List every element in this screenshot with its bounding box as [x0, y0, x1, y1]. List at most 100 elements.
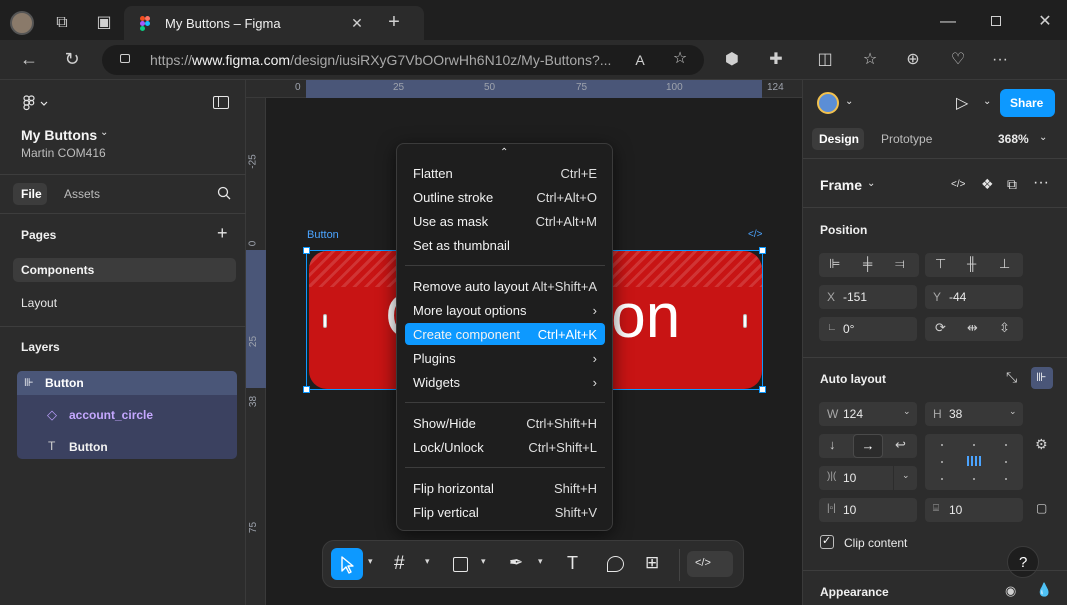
page-item-components[interactable]: Components [13, 258, 236, 282]
comment-tool-icon[interactable] [607, 556, 624, 572]
tab-design[interactable]: Design [812, 128, 864, 150]
add-page-icon[interactable]: + [217, 223, 228, 244]
x-position-field[interactable]: X -151 [819, 285, 917, 309]
resize-handle[interactable] [759, 386, 766, 393]
present-play-icon[interactable]: ▷ [956, 93, 968, 113]
browser-essentials-icon[interactable]: ♡ [948, 50, 968, 70]
create-component-icon[interactable]: ❖ [981, 176, 994, 193]
search-icon[interactable] [217, 186, 231, 200]
visibility-eye-icon[interactable]: ◉ [1005, 583, 1016, 599]
menu-item-show-hide[interactable]: Show/Hide Ctrl+Shift+H [405, 412, 605, 434]
rotation-field[interactable]: ∟ 0° [819, 317, 917, 341]
chevron-down-icon[interactable]: ⌄ [845, 96, 853, 107]
collections-icon[interactable]: ⊕ [903, 50, 923, 70]
frame-type-dropdown[interactable]: Frame [820, 177, 862, 193]
more-options-icon[interactable]: ··· [990, 50, 1010, 70]
chevron-down-icon[interactable]: ⌄ [100, 127, 108, 138]
menu-item-use-as-mask[interactable]: Use as mask Ctrl+Alt+M [405, 210, 605, 232]
toggle-sidebar-icon[interactable] [213, 96, 229, 109]
figma-menu-icon[interactable] [22, 95, 50, 111]
tab-close-icon[interactable]: ✕ [347, 13, 367, 33]
padding-handle[interactable] [743, 314, 747, 328]
align-controls-horizontal[interactable]: ⊫ ╪ ⫤ [819, 253, 919, 277]
url-field[interactable]: https://www.figma.com/design/iusiRXyG7Vb… [102, 45, 704, 75]
gap-field[interactable]: )|( 10 ⌄ [819, 466, 917, 490]
workspaces-icon[interactable]: ⧉ [52, 13, 72, 33]
close-window-icon[interactable]: ✕ [1035, 12, 1055, 32]
clip-content-checkbox[interactable]: ✓ [820, 535, 834, 549]
frame-tool-icon[interactable]: # [394, 553, 405, 575]
menu-item-widgets[interactable]: Widgets › [405, 371, 605, 393]
read-aloud-icon[interactable]: A [630, 50, 650, 70]
align-controls-vertical[interactable]: ⊤ ╫ ⊥ [925, 253, 1023, 277]
pen-tool-icon[interactable]: ✒ [509, 553, 523, 573]
move-tool-button[interactable] [331, 548, 363, 580]
menu-item-remove-auto-layout[interactable]: Remove auto layout Alt+Shift+A [405, 275, 605, 297]
tab-file[interactable]: File [13, 183, 47, 205]
extensions-puzzle-icon[interactable]: ✚ [766, 50, 786, 70]
actions-tool-icon[interactable]: ⊞ [645, 553, 659, 573]
direction-controls[interactable]: ↓ → ↩ [819, 434, 917, 458]
new-tab-icon[interactable]: + [384, 12, 404, 32]
chevron-down-icon[interactable]: ⌄ [1039, 132, 1047, 143]
help-button[interactable]: ? [1007, 546, 1039, 578]
more-icon[interactable]: ··· [1033, 174, 1049, 192]
extension-shield-icon[interactable]: ⬢ [722, 50, 742, 70]
menu-item-flatten[interactable]: Flatten Ctrl+E [405, 162, 605, 184]
menu-item-plugins[interactable]: Plugins › [405, 347, 605, 369]
menu-item-flip-vertical[interactable]: Flip vertical Shift+V [405, 501, 605, 523]
minimize-icon[interactable]: — [938, 12, 958, 32]
menu-item-set-as-thumbnail[interactable]: Set as thumbnail [405, 234, 605, 256]
individual-padding-icon[interactable]: ▢ [1036, 501, 1047, 515]
menu-item-flip-horizontal[interactable]: Flip horizontal Shift+H [405, 477, 605, 499]
resize-handle[interactable] [759, 247, 766, 254]
refresh-icon[interactable]: ↻ [62, 49, 82, 69]
zoom-level[interactable]: 368% [998, 132, 1029, 146]
alignment-grid[interactable] [925, 434, 1023, 490]
transform-controls[interactable]: ⟳ ⇹ ⇳ [925, 317, 1023, 341]
instance-icon[interactable]: ⧉ [1007, 176, 1017, 193]
collapse-icon[interactable]: ⤡ [1006, 369, 1017, 386]
chevron-down-icon[interactable]: ▾ [368, 556, 373, 567]
blend-mode-drop-icon[interactable]: 💧 [1036, 582, 1052, 598]
dev-mode-code-icon[interactable]: </> [951, 179, 965, 190]
scroll-up-icon[interactable]: ⌃ [500, 147, 508, 158]
text-tool-icon[interactable]: T [567, 553, 578, 574]
favorites-icon[interactable]: ☆ [860, 50, 880, 70]
maximize-icon[interactable] [991, 16, 1001, 26]
padding-handle[interactable] [323, 314, 327, 328]
resize-handle[interactable] [303, 386, 310, 393]
frame-name-label[interactable]: Button [307, 229, 339, 241]
tab-assets[interactable]: Assets [64, 187, 100, 201]
share-button[interactable]: Share [1000, 89, 1055, 117]
favorite-star-icon[interactable]: ☆ [670, 49, 690, 69]
layer-row[interactable]: ◇ account_circle [17, 403, 237, 427]
chevron-down-icon[interactable]: ▾ [481, 556, 486, 567]
rectangle-tool-icon[interactable] [453, 557, 468, 572]
tab-prototype[interactable]: Prototype [881, 132, 932, 146]
resize-handle[interactable] [303, 247, 310, 254]
chevron-down-icon[interactable]: ▾ [425, 556, 430, 567]
padding-vertical-field[interactable]: ⌸ 10 [925, 498, 1023, 522]
dev-mode-toggle[interactable]: </> [687, 551, 733, 577]
chevron-down-icon[interactable]: ▾ [538, 556, 543, 567]
team-name[interactable]: Martin COM416 [21, 146, 106, 160]
split-screen-icon[interactable]: ◫ [815, 50, 835, 70]
padding-horizontal-field[interactable]: |▫| 10 [819, 498, 917, 522]
layer-row[interactable]: T Button [17, 435, 237, 459]
menu-item-more-layout-options[interactable]: More layout options › [405, 299, 605, 321]
file-name[interactable]: My Buttons [21, 127, 97, 143]
layer-row[interactable]: ⊪ Button [17, 371, 237, 395]
browser-tab-active[interactable]: My Buttons – Figma ✕ [124, 6, 424, 42]
avatar[interactable] [817, 92, 839, 114]
dev-mode-code-icon[interactable]: </> [748, 229, 762, 240]
back-icon[interactable]: ← [19, 49, 39, 69]
profile-avatar[interactable] [10, 11, 34, 35]
width-field[interactable]: W 124 ⌄ [819, 402, 917, 426]
y-position-field[interactable]: Y -44 [925, 285, 1023, 309]
menu-item-create-component[interactable]: Create component Ctrl+Alt+K [405, 323, 605, 345]
remove-auto-layout-button[interactable]: ⊪ [1031, 367, 1053, 389]
page-item-layout[interactable]: Layout [21, 296, 57, 310]
chevron-down-icon[interactable]: ⌄ [867, 178, 875, 189]
height-field[interactable]: H 38 ⌄ [925, 402, 1023, 426]
